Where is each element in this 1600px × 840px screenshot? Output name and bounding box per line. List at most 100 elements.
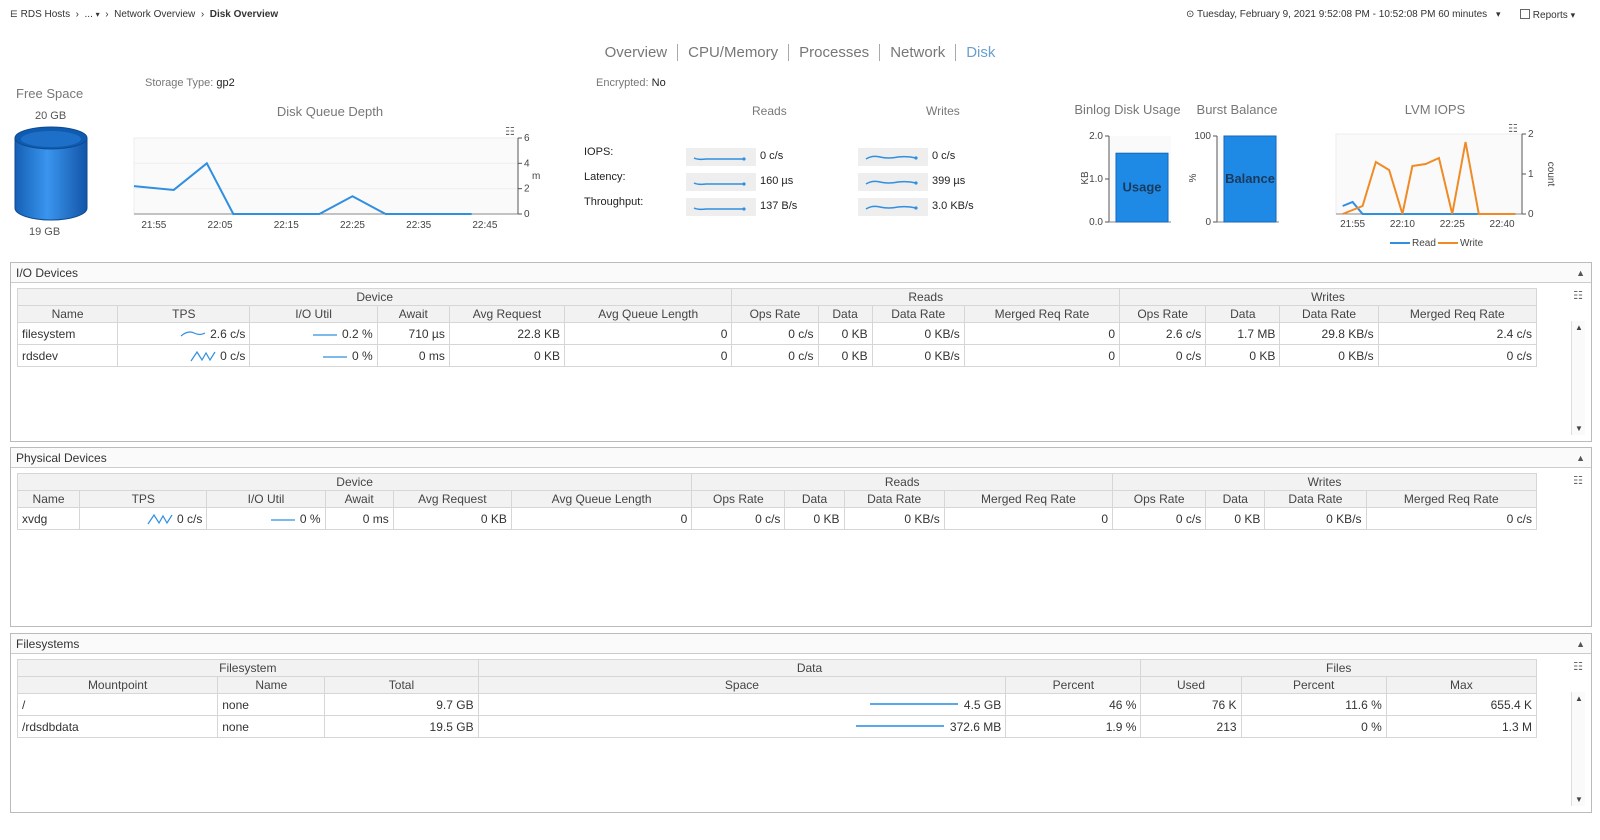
breadcrumb-network-overview[interactable]: Network Overview [114, 9, 195, 20]
table-row[interactable]: / none 9.7 GB 4.5 GB 46 % 76 K 11.6 % 655.4 K [16, 693, 1538, 716]
column-header[interactable]: Name [217, 676, 326, 694]
collapse-icon[interactable]: ▲ [1576, 634, 1585, 654]
column-header[interactable]: Data Rate [843, 490, 945, 508]
column-header[interactable]: Merged Req Rate [1365, 490, 1538, 508]
tps-sparkline [147, 514, 173, 525]
binlog-title: Binlog Disk Usage [1074, 102, 1181, 117]
cell-value: 0 KB/s [1338, 348, 1374, 363]
column-header[interactable]: I/O Util [249, 305, 378, 323]
table-cell: 11.6 % [1240, 693, 1387, 716]
table-cell: 1.7 MB [1205, 322, 1281, 345]
column-header[interactable]: Avg Queue Length [564, 305, 733, 323]
column-header[interactable]: Avg Request [392, 490, 512, 508]
column-header[interactable]: Percent [1005, 676, 1142, 694]
column-menu-icon[interactable]: ☷ [1573, 289, 1583, 302]
table-cell: 29.8 KB/s [1279, 322, 1379, 345]
filesystems-scrollbar[interactable]: ▲ ▼ [1571, 692, 1585, 806]
table-column-header: Mountpoint Name Total Space Percent Used Perce… [16, 676, 1538, 694]
util-sparkline [313, 334, 337, 336]
column-header[interactable]: Avg Request [448, 305, 566, 323]
column-header[interactable]: Merged Req Rate [943, 490, 1114, 508]
column-header[interactable]: Data [817, 305, 873, 323]
column-header[interactable]: Percent [1240, 676, 1387, 694]
table-column-header: Name TPS I/O Util Await Avg Request Avg Queue… [16, 305, 1538, 323]
collapse-icon[interactable]: ▲ [1576, 448, 1585, 468]
scroll-up-icon[interactable]: ▲ [1572, 323, 1586, 332]
column-header[interactable]: Space [477, 676, 1007, 694]
table-cell: 0 c/s [117, 344, 251, 367]
io-devices-scrollbar[interactable]: ▲ ▼ [1571, 321, 1585, 435]
filesystems-title: Filesystems [16, 637, 80, 651]
breadcrumb-rds-hosts[interactable]: RDS Hosts [21, 9, 70, 20]
group-header: Writes [1112, 473, 1537, 491]
column-header[interactable]: Used [1140, 676, 1242, 694]
tab-overview[interactable]: Overview [595, 44, 678, 61]
table-cell: 2.6 c/s [1119, 322, 1207, 345]
util-sparkline [270, 519, 295, 521]
write-sparkline [858, 148, 928, 166]
column-header[interactable]: Data [784, 490, 845, 508]
table-cell: 0 % [206, 507, 326, 530]
group-header: Files [1140, 659, 1537, 677]
table-cell: 0 c/s [1119, 344, 1207, 367]
scroll-down-icon[interactable]: ▼ [1572, 424, 1586, 433]
sparkline-dot [914, 206, 918, 210]
column-header[interactable]: Total [324, 676, 479, 694]
table-cell: 2.6 c/s [117, 322, 251, 345]
column-header[interactable]: Name [16, 490, 81, 508]
column-menu-icon[interactable]: ☷ [1573, 660, 1583, 673]
column-header[interactable]: Ops Rate [691, 490, 786, 508]
breadcrumb-ellipsis[interactable]: ... [85, 9, 93, 20]
column-header[interactable]: Name [16, 305, 119, 323]
scroll-down-icon[interactable]: ▼ [1572, 795, 1586, 804]
chevron-down-icon[interactable]: ▾ [96, 10, 100, 19]
column-header[interactable]: Await [376, 305, 450, 323]
collapse-icon[interactable]: ▲ [1576, 263, 1585, 283]
x-tick-label: 22:45 [472, 220, 497, 231]
column-header[interactable]: Data [1205, 305, 1281, 323]
time-range-selector[interactable]: ⊙ Tuesday, February 9, 2021 9:52:08 PM -… [1186, 9, 1500, 20]
column-header[interactable]: Data Rate [1264, 490, 1367, 508]
table-row[interactable]: xvdg 0 c/s 0 % 0 ms 0 KB 0 0 c/s 0 KB 0 KB/s 0 0 c… [16, 507, 1538, 530]
cell-value: 0 c/s [220, 348, 246, 363]
cell-value: 1.3 M [1501, 719, 1532, 734]
column-header[interactable]: TPS [117, 305, 251, 323]
column-header[interactable]: Await [324, 490, 394, 508]
y-axis-unit: KB [1080, 171, 1091, 185]
tab-disk[interactable]: Disk [955, 44, 1006, 61]
column-header[interactable]: Ops Rate [1112, 490, 1207, 508]
column-header[interactable]: I/O Util [206, 490, 326, 508]
column-header[interactable]: Ops Rate [731, 305, 819, 323]
chevron-down-icon[interactable]: ▾ [1571, 10, 1576, 20]
cell-value: 4.5 GB [963, 697, 1002, 712]
column-header[interactable]: Data [1205, 490, 1266, 508]
table-row[interactable]: /rdsdbdata none 19.5 GB 372.6 MB 1.9 % 213 0 %… [16, 715, 1538, 738]
column-header[interactable]: Ops Rate [1119, 305, 1207, 323]
column-header[interactable]: Max [1385, 676, 1538, 694]
table-row[interactable]: filesystem 2.6 c/s 0.2 % 710 µs 22.8 KB 0 0 c/… [16, 322, 1538, 345]
column-header[interactable]: Data Rate [1279, 305, 1379, 323]
table-row[interactable]: rdsdev 0 c/s 0 % 0 ms 0 KB 0 0 c/s 0 KB 0 KB/s 0 0… [16, 344, 1538, 367]
column-header[interactable]: Avg Queue Length [510, 490, 693, 508]
chevron-down-icon[interactable]: ▾ [1496, 9, 1501, 19]
tab-cpu-memory[interactable]: CPU/Memory [677, 44, 789, 61]
cell-value: 1.9 % [1105, 719, 1137, 734]
tab-processes[interactable]: Processes [788, 44, 880, 61]
reports-button[interactable]: Reports ▾ [1520, 9, 1575, 21]
tab-network[interactable]: Network [879, 44, 956, 61]
column-header[interactable]: Data Rate [871, 305, 965, 323]
sparkline-background [686, 198, 756, 216]
column-menu-icon[interactable]: ☷ [1573, 474, 1583, 487]
y-tick-label: 100 [1194, 131, 1211, 142]
column-header[interactable]: TPS [79, 490, 208, 508]
column-header[interactable]: Merged Req Rate [963, 305, 1121, 323]
physical-devices-title: Physical Devices [16, 451, 107, 465]
scroll-up-icon[interactable]: ▲ [1572, 694, 1586, 703]
table-cell: 0 KB/s [1279, 344, 1379, 367]
column-header[interactable]: Merged Req Rate [1377, 305, 1538, 323]
column-header[interactable]: Mountpoint [16, 676, 219, 694]
physical-devices-table: Device Reads Writes Name TPS I/O Util Await Avg… [16, 473, 1538, 530]
table-cell: 0 [963, 322, 1121, 345]
group-header: Device [16, 288, 733, 306]
rds-hosts-icon: ⋿ [10, 9, 18, 19]
